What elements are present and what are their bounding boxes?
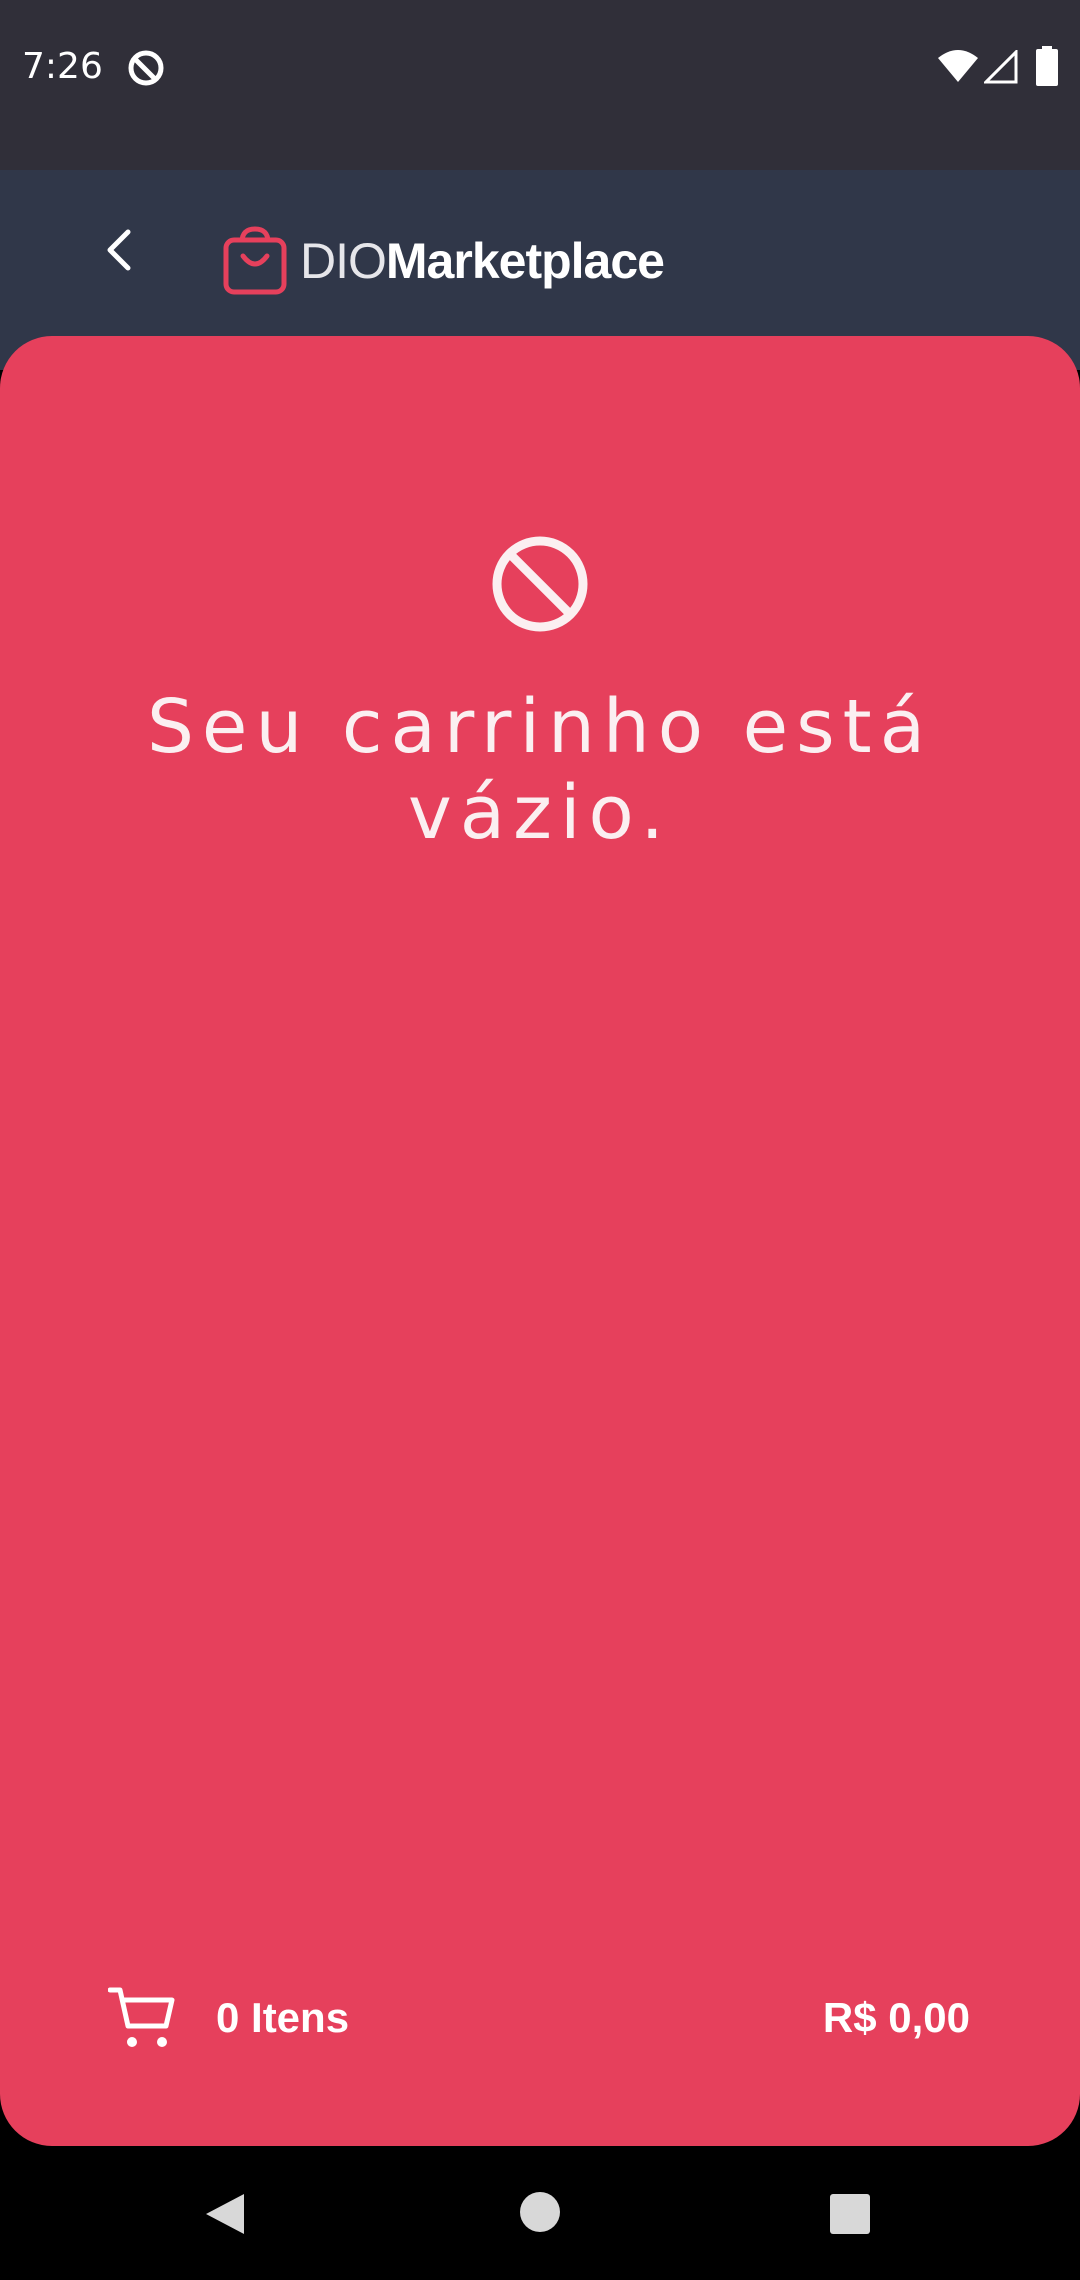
do-not-disturb-icon [128, 50, 164, 86]
cart-card: Seu carrinho está vázio. 0 Itens R$ 0,00 [0, 336, 1080, 2146]
logo-text-light: DIO [300, 233, 387, 289]
cart-footer: 0 Itens R$ 0,00 [0, 1976, 1080, 2066]
cart-total: R$ 0,00 [822, 1994, 970, 2041]
logo-text: DIOMarketplace [300, 232, 665, 290]
wifi-icon [938, 50, 978, 82]
prohibited-icon [492, 536, 588, 632]
shopping-cart-icon [108, 1987, 175, 2047]
chevron-left-icon [107, 229, 131, 271]
signal-icon [984, 50, 1018, 84]
screen: 7:26 DIOMarketplace Seu carrinho está vá… [0, 0, 1080, 2280]
status-time: 7:26 [22, 46, 103, 87]
recents-square-icon[interactable] [828, 2192, 872, 2236]
battery-icon [1036, 46, 1058, 86]
system-nav-bar [0, 2146, 1080, 2280]
app-logo: DIOMarketplace [222, 226, 665, 296]
back-button[interactable] [84, 214, 156, 286]
home-circle-icon[interactable] [518, 2190, 562, 2234]
shopping-bag-icon [223, 226, 287, 295]
empty-cart-message: Seu carrinho está vázio. [146, 684, 934, 856]
cart-item-count: 0 Itens [216, 1994, 350, 2041]
back-triangle-icon[interactable] [200, 2190, 248, 2238]
status-bar: 7:26 [0, 0, 1080, 170]
logo-text-bold: Marketplace [385, 233, 665, 289]
